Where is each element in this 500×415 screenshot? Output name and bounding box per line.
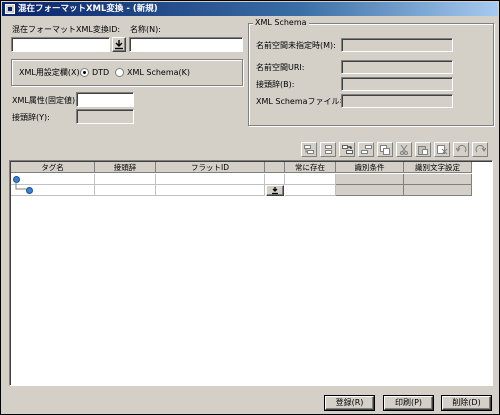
format-id-dropdown-button[interactable] <box>112 37 126 52</box>
schema-file-field[interactable] <box>341 94 453 108</box>
insert-sibling-button[interactable] <box>320 142 336 157</box>
redo-icon <box>475 145 486 153</box>
identify-char-cell[interactable] <box>404 174 472 185</box>
flat-id-button-cell <box>265 174 285 185</box>
schema-prefix-label: 接頭辞(B): <box>256 80 295 89</box>
cut-button[interactable] <box>396 142 412 157</box>
xml-schema-radio-label: XML Schema(K) <box>127 68 191 77</box>
xml-attr-label: XML属性(固定値): <box>12 96 78 105</box>
dtd-radio[interactable] <box>80 68 89 77</box>
delete-button[interactable]: 削除(D) <box>442 396 491 410</box>
identify-char-cell[interactable] <box>404 185 472 196</box>
copy-icon <box>380 145 390 155</box>
col-identify-char[interactable]: 識別文字設定 <box>404 162 472 173</box>
col-identify-condition[interactable]: 識別条件 <box>336 162 404 173</box>
window-title: 混在フォーマットXML変換 - (新規) <box>18 4 158 14</box>
dtd-label: DTD <box>92 68 110 77</box>
window-icon <box>5 4 15 14</box>
redo-button[interactable] <box>472 142 488 157</box>
col-tag-name[interactable]: タグ名 <box>11 162 95 173</box>
paste-button[interactable] <box>415 142 431 157</box>
col-always-exists[interactable]: 常に存在 <box>285 162 336 173</box>
move-out-icon <box>361 145 372 154</box>
tag-grid[interactable]: タグ名 接頭辞 フラットID 常に存在 識別条件 識別文字設定 <box>9 160 493 386</box>
flat-id-cell[interactable] <box>156 185 265 196</box>
format-id-field[interactable] <box>11 37 110 52</box>
download-arrow-icon <box>272 187 278 195</box>
xml-attr-field[interactable] <box>76 92 134 107</box>
insert-child-button[interactable] <box>301 142 317 157</box>
prefix-cell[interactable] <box>95 174 156 185</box>
ns-unspecified-label: 名前空間未指定時(M): <box>256 41 336 50</box>
delete-row-button[interactable] <box>434 142 450 157</box>
ns-unspecified-field[interactable] <box>341 38 453 52</box>
col-prefix[interactable]: 接頭辞 <box>95 162 156 173</box>
child-node-icon <box>26 187 33 194</box>
name-label: 名称(N): <box>130 25 161 34</box>
delete-icon <box>437 145 448 155</box>
col-flat-id[interactable]: フラットID <box>156 162 265 173</box>
ns-uri-field[interactable] <box>341 60 453 74</box>
always-exists-cell[interactable] <box>285 174 336 185</box>
xml-setting-label: XML用設定欄(X): <box>19 68 83 77</box>
identify-condition-cell[interactable] <box>336 185 404 196</box>
ns-uri-label: 名前空間URI: <box>256 63 305 72</box>
download-arrow-icon <box>115 40 123 50</box>
xml-schema-radio[interactable] <box>115 68 124 77</box>
flat-id-select-button[interactable] <box>266 185 284 196</box>
move-in-button[interactable] <box>339 142 355 157</box>
always-exists-cell[interactable] <box>285 185 336 196</box>
col-flat-id-button[interactable] <box>265 162 285 173</box>
register-button[interactable]: 登録(R) <box>325 396 374 410</box>
prefix-label: 接頭辞(Y): <box>12 113 50 122</box>
schema-prefix-field[interactable] <box>341 77 453 91</box>
copy-button[interactable] <box>377 142 393 157</box>
paste-icon <box>418 146 428 155</box>
undo-icon <box>456 145 467 153</box>
print-button[interactable]: 印刷(P) <box>384 396 433 410</box>
insert-child-icon <box>304 145 314 154</box>
flat-id-cell[interactable] <box>156 174 265 185</box>
title-bar[interactable]: 混在フォーマットXML変換 - (新規) <box>2 2 498 16</box>
move-out-button[interactable] <box>358 142 374 157</box>
move-in-icon <box>342 145 353 154</box>
insert-sibling-icon <box>325 145 332 154</box>
xml-schema-group-title: XML Schema <box>253 18 309 28</box>
name-field[interactable] <box>129 37 243 52</box>
schema-file-label: XML Schemaファイル名: <box>256 97 351 106</box>
format-id-label: 混在フォーマットXML変換ID: <box>12 25 121 34</box>
prefix-field[interactable] <box>76 109 134 124</box>
prefix-cell[interactable] <box>95 185 156 196</box>
cut-icon <box>400 145 408 155</box>
mixed-format-xml-dialog: 混在フォーマットXML変換 - (新規) 混在フォーマットXML変換ID: 名称… <box>0 0 500 415</box>
undo-button[interactable] <box>453 142 469 157</box>
identify-condition-cell[interactable] <box>336 174 404 185</box>
